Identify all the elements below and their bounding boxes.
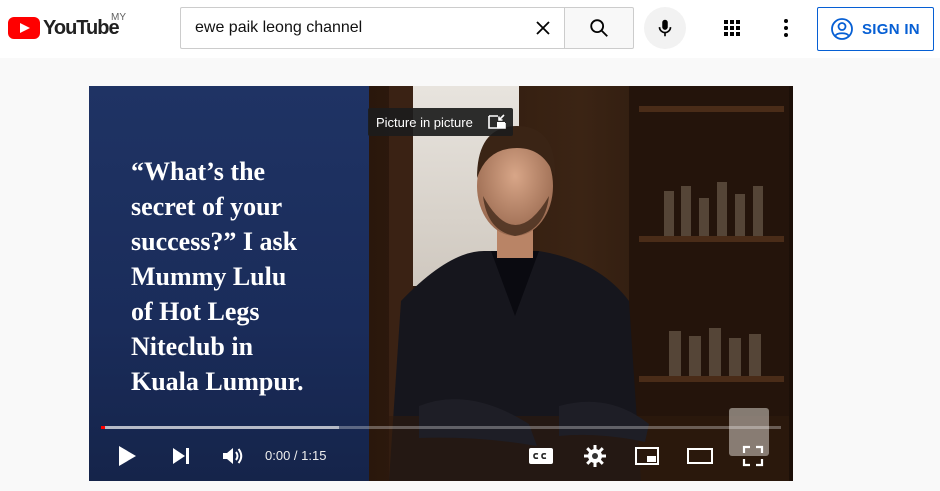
time-display: 0:00 / 1:15: [265, 448, 327, 463]
quote-text: “What’s the secret of your success?” I a…: [131, 157, 304, 396]
region-code: MY: [111, 12, 126, 23]
picture-in-picture-tooltip: Picture in picture: [368, 108, 513, 136]
voice-search-button[interactable]: [644, 7, 686, 49]
more-vertical-icon: [784, 19, 788, 37]
account-circle-icon: [831, 18, 853, 40]
logo-text: YouTube: [43, 16, 120, 39]
video-player[interactable]: “What’s the secret of your success?” I a…: [89, 86, 793, 481]
volume-button[interactable]: [217, 440, 249, 472]
apps-button[interactable]: [718, 14, 746, 42]
search-box[interactable]: [180, 7, 564, 49]
apps-grid-icon: [724, 20, 740, 36]
microphone-icon: [658, 19, 672, 37]
miniplayer-icon: [635, 447, 659, 465]
miniplayer-button[interactable]: [631, 440, 663, 472]
progress-bar[interactable]: [101, 426, 781, 429]
close-icon[interactable]: [533, 18, 553, 38]
masthead: YouTube MY ewe paik leong channel SIGN I…: [0, 0, 940, 58]
quote-panel: “What’s the secret of your success?” I a…: [89, 86, 369, 481]
volume-icon: [223, 448, 243, 464]
next-button[interactable]: [165, 440, 197, 472]
progress-buffered: [101, 426, 339, 429]
theater-mode-icon: [687, 448, 713, 464]
play-icon: [119, 446, 136, 466]
captions-icon: [529, 448, 553, 464]
fullscreen-button[interactable]: [737, 440, 769, 472]
progress-played: [101, 426, 105, 429]
play-button[interactable]: [111, 440, 143, 472]
settings-button[interactable]: [579, 440, 611, 472]
settings-menu-button[interactable]: [772, 14, 800, 42]
player-controls: 0:00 / 1:15: [89, 436, 793, 476]
fullscreen-icon: [742, 445, 764, 467]
picture-in-picture-icon: [488, 114, 506, 129]
youtube-logo[interactable]: YouTube: [8, 14, 120, 42]
sign-in-button[interactable]: SIGN IN: [817, 7, 934, 51]
tooltip-label: Picture in picture: [376, 114, 473, 130]
sign-in-label: SIGN IN: [862, 20, 920, 38]
settings-icon: [584, 445, 606, 467]
search-button[interactable]: [564, 7, 634, 49]
theater-mode-button[interactable]: [683, 440, 717, 472]
search-input[interactable]: [195, 8, 525, 48]
search-icon: [590, 19, 608, 37]
captions-button[interactable]: [525, 440, 557, 472]
youtube-play-icon: [8, 17, 40, 39]
next-icon: [173, 448, 189, 464]
